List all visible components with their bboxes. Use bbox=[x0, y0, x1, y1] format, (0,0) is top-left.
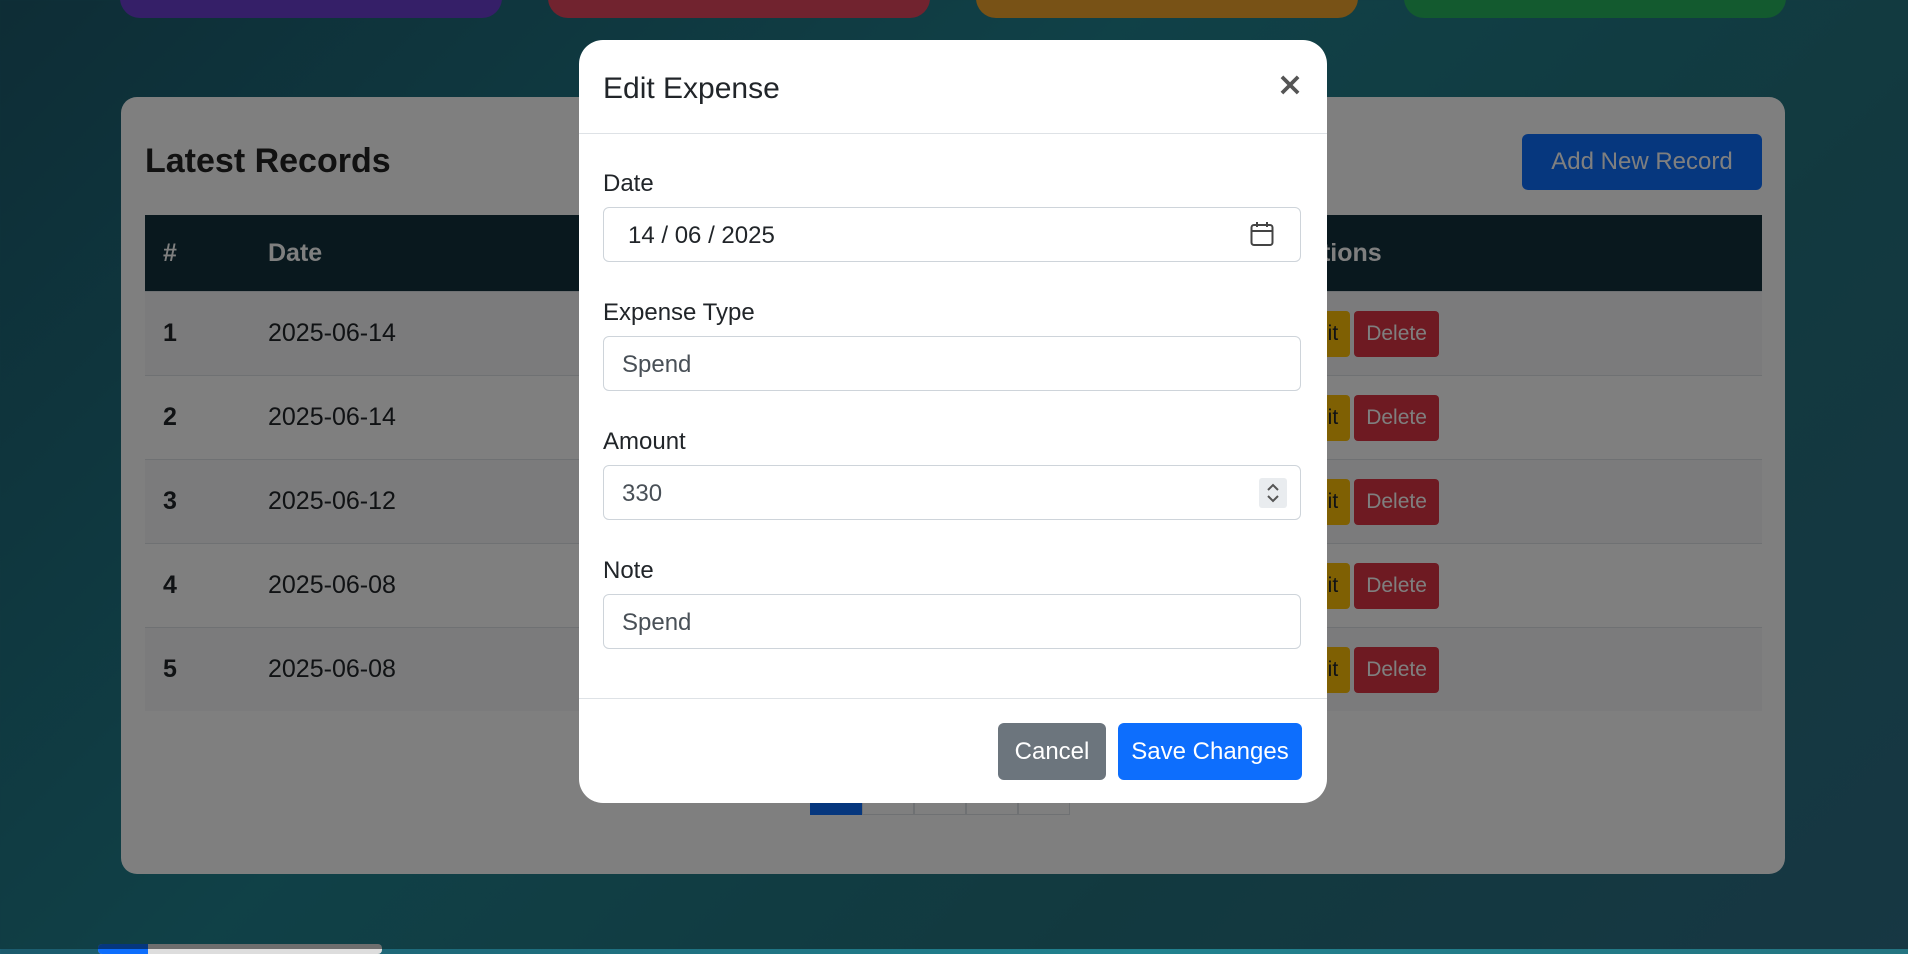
amount-label: Amount bbox=[603, 428, 686, 455]
number-spinner-icon[interactable] bbox=[1259, 478, 1287, 508]
date-label: Date bbox=[603, 170, 654, 197]
note-field[interactable]: Spend bbox=[603, 594, 1301, 649]
modal-footer: Cancel Save Changes bbox=[579, 698, 1327, 803]
expense-type-value: Spend bbox=[622, 351, 692, 378]
modal-body: Date 14 / 06 / 2025 Expense Type Spend A… bbox=[579, 134, 1327, 699]
modal-title: Edit Expense bbox=[603, 72, 780, 105]
date-value: 14 / 06 / 2025 bbox=[628, 222, 775, 249]
modal-header: Edit Expense × bbox=[579, 40, 1327, 134]
calendar-icon[interactable] bbox=[1250, 221, 1274, 247]
cancel-button[interactable]: Cancel bbox=[998, 723, 1106, 780]
note-value: Spend bbox=[622, 609, 692, 636]
expense-type-label: Expense Type bbox=[603, 299, 755, 326]
edit-expense-modal: Edit Expense × Date 14 / 06 / 2025 Expen… bbox=[579, 40, 1327, 803]
close-icon[interactable]: × bbox=[1274, 68, 1306, 100]
expense-type-field[interactable]: Spend bbox=[603, 336, 1301, 391]
amount-field[interactable]: 330 bbox=[603, 465, 1301, 520]
note-label: Note bbox=[603, 557, 654, 584]
save-changes-button[interactable]: Save Changes bbox=[1118, 723, 1302, 780]
amount-value: 330 bbox=[622, 480, 663, 507]
date-field[interactable]: 14 / 06 / 2025 bbox=[603, 207, 1301, 262]
